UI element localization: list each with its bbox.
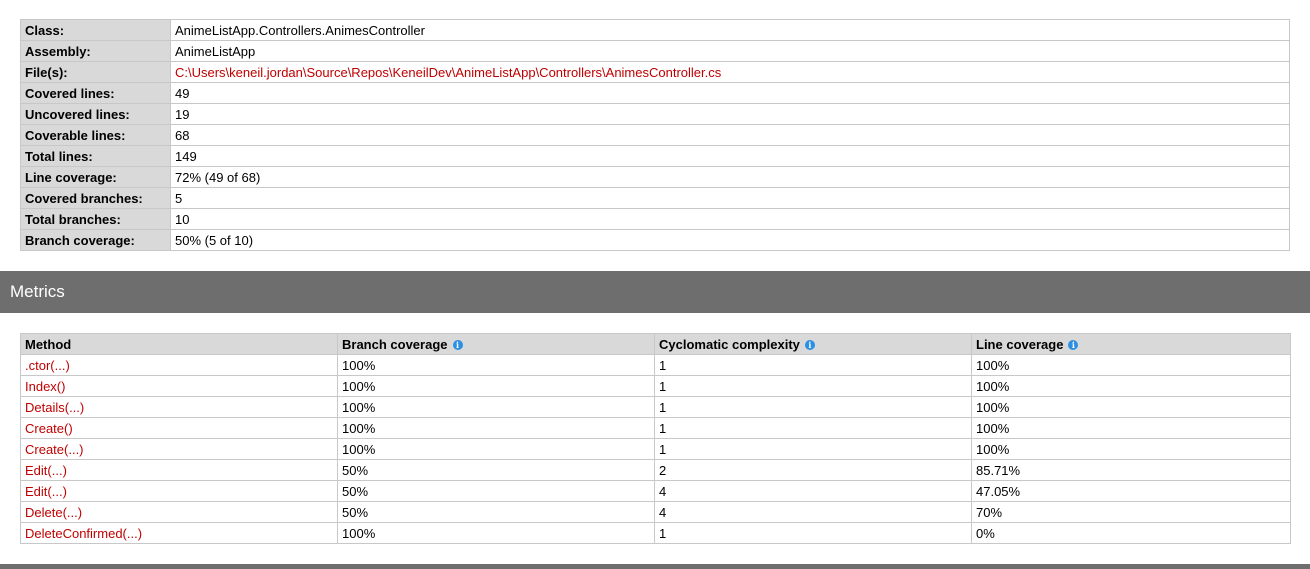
method-link[interactable]: Edit(...): [20, 480, 338, 502]
complexity-cell: 1: [654, 417, 972, 439]
column-label: Method: [25, 336, 72, 352]
overview-value: 149: [170, 145, 1290, 167]
overview-row: Covered lines: 49: [20, 82, 1290, 104]
info-icon[interactable]: i: [452, 339, 463, 350]
complexity-cell: 4: [654, 501, 972, 523]
branch-coverage-cell: 50%: [337, 501, 655, 523]
overview-label: File(s):: [20, 61, 171, 83]
line-coverage-cell: 85.71%: [971, 459, 1291, 481]
overview-label: Coverable lines:: [20, 124, 171, 146]
table-row: Create(...) 100% 1 100%: [20, 438, 1291, 460]
file-link[interactable]: C:\Users\keneil.jordan\Source\Repos\Kene…: [170, 61, 1290, 83]
complexity-cell: 1: [654, 354, 972, 376]
overview-value: 10: [170, 208, 1290, 230]
overview-row: File(s): C:\Users\keneil.jordan\Source\Re…: [20, 61, 1290, 83]
method-link[interactable]: Edit(...): [20, 459, 338, 481]
line-coverage-cell: 100%: [971, 354, 1291, 376]
column-label: Cyclomatic complexity: [659, 336, 800, 352]
overview-row: Total lines: 149: [20, 145, 1290, 167]
line-coverage-cell: 47.05%: [971, 480, 1291, 502]
overview-value: 49: [170, 82, 1290, 104]
branch-coverage-cell: 100%: [337, 522, 655, 544]
overview-label: Assembly:: [20, 40, 171, 62]
overview-row: Class: AnimeListApp.Controllers.AnimesCon…: [20, 19, 1290, 41]
line-coverage-cell: 0%: [971, 522, 1291, 544]
column-header-branch-coverage[interactable]: Branch coverage i: [337, 333, 655, 355]
metrics-header-row: Method Branch coverage i Cyclomatic compl…: [20, 333, 1291, 355]
column-header-cyclomatic-complexity[interactable]: Cyclomatic complexity i: [654, 333, 972, 355]
overview-body: Class: AnimeListApp.Controllers.AnimesCon…: [20, 19, 1290, 251]
table-row: Delete(...) 50% 4 70%: [20, 501, 1291, 523]
metrics-section-header: Metrics: [0, 271, 1310, 313]
overview-value: 50% (5 of 10): [170, 229, 1290, 251]
table-row: Edit(...) 50% 2 85.71%: [20, 459, 1291, 481]
table-row: Index() 100% 1 100%: [20, 375, 1291, 397]
overview-table: Class: AnimeListApp.Controllers.AnimesCon…: [20, 19, 1290, 251]
overview-row: Uncovered lines: 19: [20, 103, 1290, 125]
overview-label: Line coverage:: [20, 166, 171, 188]
overview-label: Branch coverage:: [20, 229, 171, 251]
complexity-cell: 1: [654, 438, 972, 460]
overview-value: 68: [170, 124, 1290, 146]
overview-row: Line coverage: 72% (49 of 68): [20, 166, 1290, 188]
overview-label: Covered lines:: [20, 82, 171, 104]
overview-row: Covered branches: 5: [20, 187, 1290, 209]
method-link[interactable]: Details(...): [20, 396, 338, 418]
branch-coverage-cell: 100%: [337, 417, 655, 439]
overview-row: Total branches: 10: [20, 208, 1290, 230]
table-row: Create() 100% 1 100%: [20, 417, 1291, 439]
overview-value: AnimeListApp: [170, 40, 1290, 62]
method-link[interactable]: Index(): [20, 375, 338, 397]
overview-row: Coverable lines: 68: [20, 124, 1290, 146]
table-row: DeleteConfirmed(...) 100% 1 0%: [20, 522, 1291, 544]
column-header-method[interactable]: Method: [20, 333, 338, 355]
overview-label: Class:: [20, 19, 171, 41]
metrics-title: Metrics: [10, 282, 65, 301]
complexity-cell: 1: [654, 522, 972, 544]
overview-label: Uncovered lines:: [20, 103, 171, 125]
branch-coverage-cell: 50%: [337, 480, 655, 502]
info-icon[interactable]: i: [1068, 339, 1079, 350]
overview-label: Total lines:: [20, 145, 171, 167]
complexity-cell: 2: [654, 459, 972, 481]
branch-coverage-cell: 100%: [337, 438, 655, 460]
method-link[interactable]: Create(): [20, 417, 338, 439]
table-row: Details(...) 100% 1 100%: [20, 396, 1291, 418]
line-coverage-cell: 100%: [971, 438, 1291, 460]
info-icon[interactable]: i: [804, 339, 815, 350]
overview-value: 72% (49 of 68): [170, 166, 1290, 188]
branch-coverage-cell: 50%: [337, 459, 655, 481]
complexity-cell: 1: [654, 375, 972, 397]
line-coverage-cell: 100%: [971, 417, 1291, 439]
metrics-body: .ctor(...) 100% 1 100% Index() 100% 1 100% Detai…: [20, 354, 1291, 544]
overview-value: AnimeListApp.Controllers.AnimesControlle…: [170, 19, 1290, 41]
table-row: .ctor(...) 100% 1 100%: [20, 354, 1291, 376]
method-link[interactable]: Delete(...): [20, 501, 338, 523]
complexity-cell: 4: [654, 480, 972, 502]
metrics-table: Method Branch coverage i Cyclomatic compl…: [20, 333, 1291, 544]
line-coverage-cell: 70%: [971, 501, 1291, 523]
method-link[interactable]: DeleteConfirmed(...): [20, 522, 338, 544]
branch-coverage-cell: 100%: [337, 354, 655, 376]
line-coverage-cell: 100%: [971, 396, 1291, 418]
branch-coverage-cell: 100%: [337, 375, 655, 397]
column-label: Line coverage: [976, 336, 1064, 352]
method-link[interactable]: Create(...): [20, 438, 338, 460]
table-row: Edit(...) 50% 4 47.05%: [20, 480, 1291, 502]
overview-row: Branch coverage: 50% (5 of 10): [20, 229, 1290, 251]
overview-label: Total branches:: [20, 208, 171, 230]
overview-label: Covered branches:: [20, 187, 171, 209]
bottom-section-bar: [0, 564, 1310, 569]
line-coverage-cell: 100%: [971, 375, 1291, 397]
branch-coverage-cell: 100%: [337, 396, 655, 418]
overview-row: Assembly: AnimeListApp: [20, 40, 1290, 62]
method-link[interactable]: .ctor(...): [20, 354, 338, 376]
overview-value: 5: [170, 187, 1290, 209]
column-header-line-coverage[interactable]: Line coverage i: [971, 333, 1291, 355]
overview-value: 19: [170, 103, 1290, 125]
complexity-cell: 1: [654, 396, 972, 418]
column-label: Branch coverage: [342, 336, 448, 352]
